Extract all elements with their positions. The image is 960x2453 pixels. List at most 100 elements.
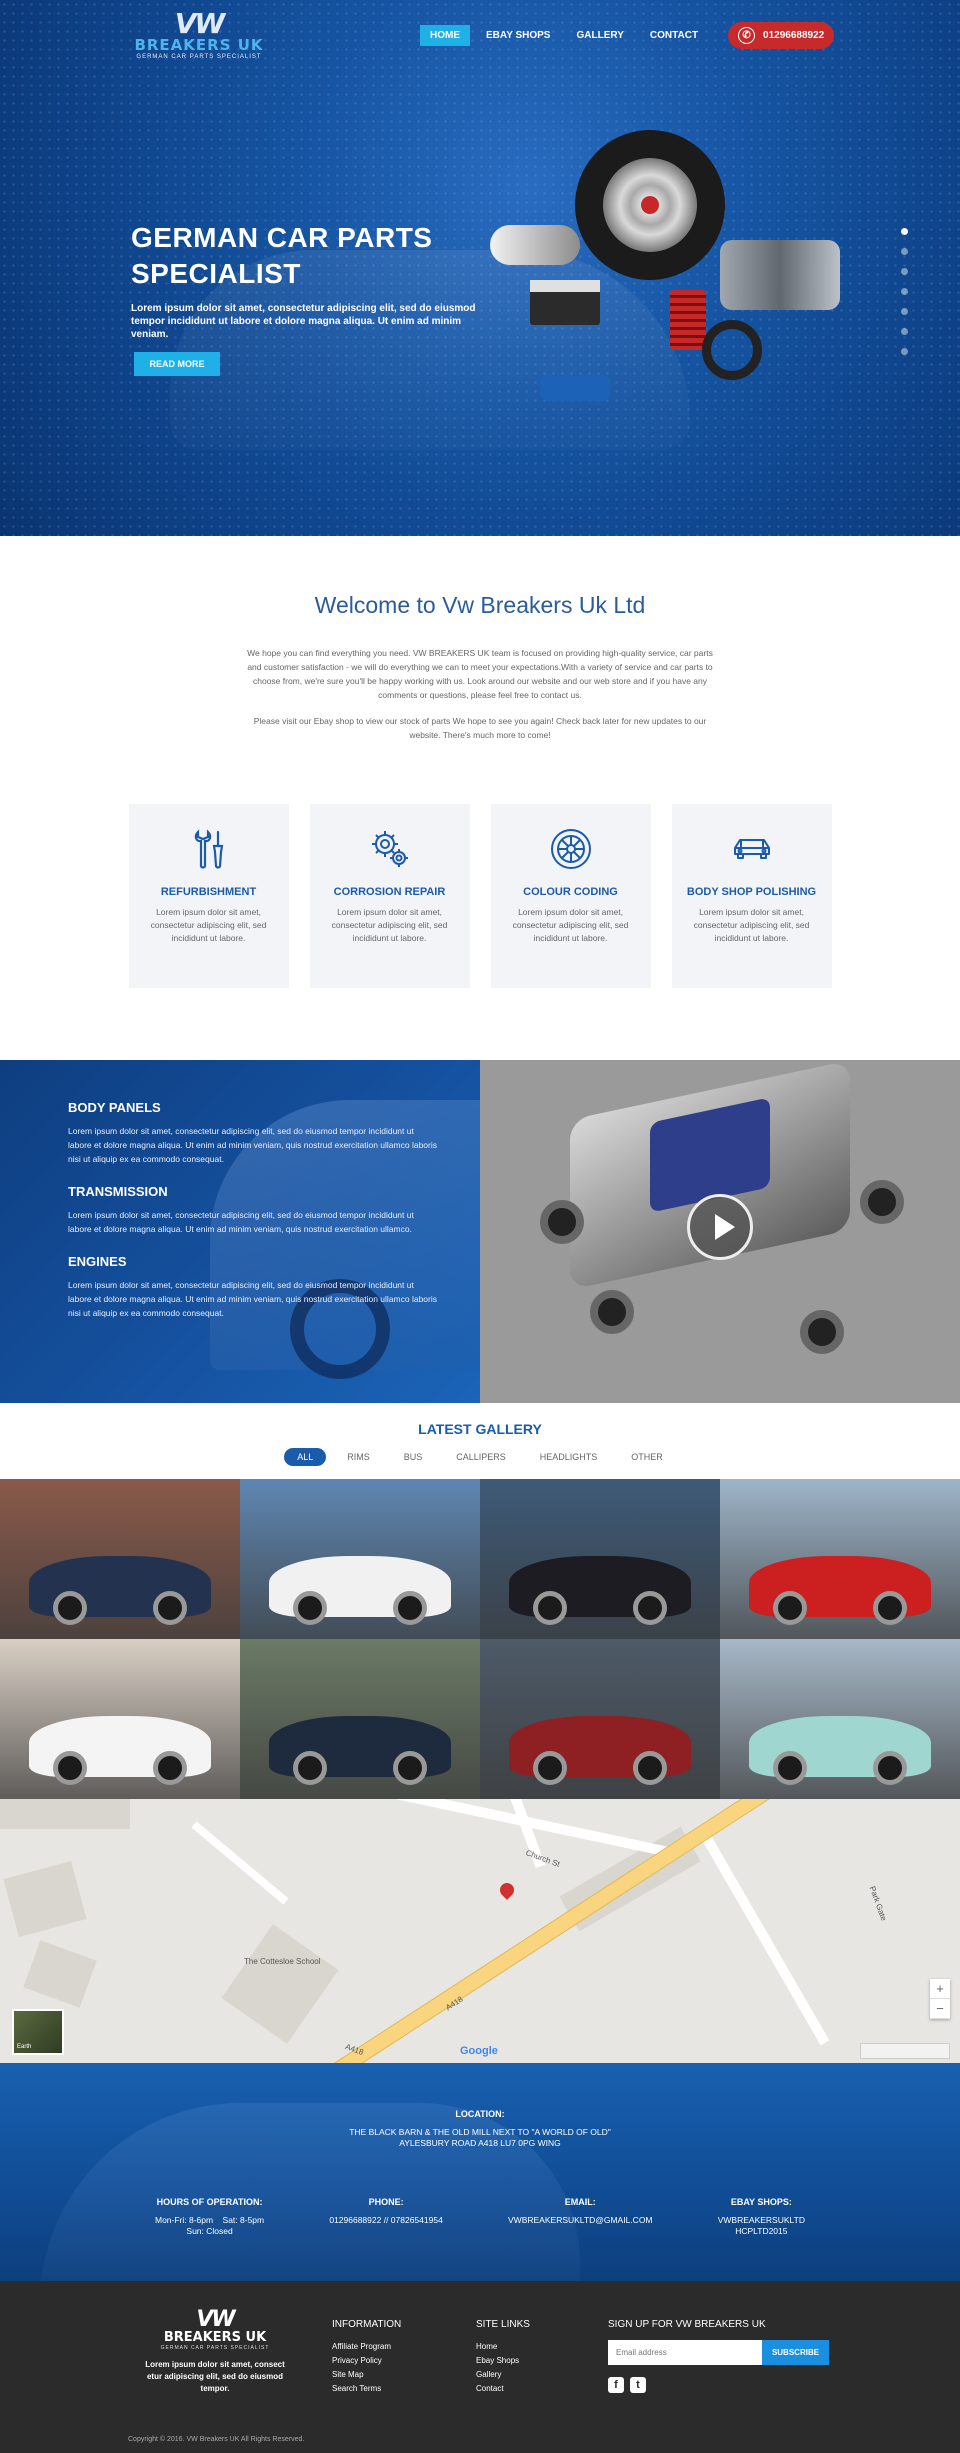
logo-mark: VW (196, 2307, 235, 2332)
car-wheel (633, 1750, 668, 1785)
footer-link-affiliate[interactable]: Affiliate Program (332, 2340, 401, 2354)
filter-callipers[interactable]: CALLIPERS (443, 1448, 519, 1466)
filter-bus[interactable]: BUS (391, 1448, 436, 1466)
slider-dot[interactable] (901, 248, 908, 255)
ebay-shop-link[interactable]: HCPLTD2015 (718, 2226, 805, 2237)
car-wheel (52, 1750, 87, 1785)
phone-block: PHONE: 01296688922 // 07826541954 (329, 2197, 442, 2237)
car-wheel (153, 1590, 188, 1625)
read-more-button[interactable]: READ MORE (134, 352, 220, 376)
filter-all[interactable]: ALL (284, 1448, 327, 1466)
slider-dot[interactable] (901, 268, 908, 275)
wheel-image (590, 1290, 634, 1334)
phone-number: 01296688922 (763, 30, 825, 41)
slider-dot[interactable] (901, 348, 908, 355)
feature-card-colour-coding[interactable]: COLOUR CODING Lorem ipsum dolor sit amet… (490, 804, 651, 988)
feature-title: BODY SHOP POLISHING (686, 886, 817, 898)
footer-link-gallery[interactable]: Gallery (476, 2368, 530, 2382)
facebook-icon[interactable]: f (608, 2377, 624, 2393)
gallery-tile[interactable] (0, 1639, 240, 1799)
ebay-shop-link[interactable]: VWBREAKERSUKLTD (718, 2215, 805, 2226)
site-footer: VW BREAKERS UK GERMAN CAR PARTS SPECIALI… (0, 2281, 960, 2453)
footer-link-home[interactable]: Home (476, 2340, 530, 2354)
feature-text: Lorem ipsum dolor sit amet, consectetur … (331, 907, 448, 943)
tools-icon (186, 826, 232, 872)
slider-dot[interactable] (901, 228, 908, 235)
map-toolbar[interactable] (860, 2043, 950, 2059)
feature-title: COLOUR CODING (523, 886, 618, 898)
filter-headlights[interactable]: HEADLIGHTS (527, 1448, 611, 1466)
map-pin-icon[interactable] (497, 1880, 517, 1900)
welcome-paragraph: Please visit our Ebay shop to view our s… (253, 716, 707, 740)
gallery-tile[interactable] (480, 1639, 720, 1799)
car-wheel (292, 1590, 327, 1625)
email-label: EMAIL: (564, 2197, 596, 2207)
ebay-block: EBAY SHOPS: VWBREAKERSUKLTD HCPLTD2015 (718, 2197, 805, 2237)
video-panel[interactable] (480, 1060, 960, 1403)
slider-dots (901, 228, 908, 355)
contact-columns: HOURS OF OPERATION: Mon-Fri: 8-6pm Sat: … (155, 2197, 805, 2237)
logo-tagline: GERMAN CAR PARTS SPECIALIST (136, 54, 262, 60)
subscribe-button[interactable]: SUBSCRIBE (762, 2340, 829, 2365)
map-school-building (221, 1924, 339, 2044)
twitter-icon[interactable]: t (630, 2377, 646, 2393)
footer-link-search-terms[interactable]: Search Terms (332, 2382, 401, 2396)
phone-button[interactable]: ✆ 01296688922 (728, 22, 835, 49)
welcome-title: Welcome to Vw Breakers Uk Ltd (314, 592, 646, 618)
feature-card-corrosion-repair[interactable]: CORROSION REPAIR Lorem ipsum dolor sit a… (309, 804, 470, 988)
email-value[interactable]: VWBREAKERSUKLTD@GMAIL.COM (508, 2215, 653, 2226)
feature-text: Lorem ipsum dolor sit amet, consectetur … (693, 907, 810, 943)
car-wheel (153, 1750, 188, 1785)
footer-col-title: SITE LINKS (476, 2319, 530, 2330)
car-wheel (393, 1590, 428, 1625)
gallery-tile[interactable] (720, 1479, 960, 1639)
car-wheel (772, 1590, 807, 1625)
footer-link-privacy[interactable]: Privacy Policy (332, 2354, 401, 2368)
feature-card-body-shop-polishing[interactable]: BODY SHOP POLISHING Lorem ipsum dolor si… (671, 804, 832, 988)
filter-other[interactable]: OTHER (618, 1448, 676, 1466)
slider-dot[interactable] (901, 328, 908, 335)
service-title: BODY PANELS (68, 1100, 161, 1115)
footer-logo[interactable]: VW BREAKERS UK GERMAN CAR PARTS SPECIALI… (140, 2309, 290, 2395)
gallery-tile[interactable] (480, 1479, 720, 1639)
slider-dot[interactable] (901, 288, 908, 295)
gallery-tile[interactable] (240, 1639, 480, 1799)
nav-home[interactable]: HOME (420, 25, 470, 46)
gallery-tile[interactable] (240, 1479, 480, 1639)
footer-link-ebay-shops[interactable]: Ebay Shops (476, 2354, 530, 2368)
map-satellite-toggle[interactable]: Earth (12, 2009, 64, 2055)
slider-dot[interactable] (901, 308, 908, 315)
footer-link-contact[interactable]: Contact (476, 2382, 530, 2396)
footer-link-sitemap[interactable]: Site Map (332, 2368, 401, 2382)
nav-contact[interactable]: CONTACT (640, 25, 708, 46)
address-line: THE BLACK BARN & THE OLD MILL NEXT TO "A… (349, 2127, 611, 2137)
zoom-in-button[interactable]: + (930, 1979, 950, 1999)
filter-rims[interactable]: RIMS (334, 1448, 383, 1466)
service-title: ENGINES (68, 1254, 127, 1269)
service-body-panels: BODY PANELS Lorem ipsum dolor sit amet, … (68, 1100, 438, 1166)
gallery-tile[interactable] (0, 1479, 240, 1639)
social-links: f t (608, 2377, 829, 2393)
copyright-text: Copyright © 2016. VW Breakers UK All Rig… (128, 2436, 305, 2443)
services-section: BODY PANELS Lorem ipsum dolor sit amet, … (0, 1060, 960, 1403)
zoom-out-button[interactable]: − (930, 1999, 950, 2019)
nav-gallery[interactable]: GALLERY (566, 25, 633, 46)
nav-ebay-shops[interactable]: EBAY SHOPS (476, 25, 560, 46)
gallery-tile[interactable] (720, 1639, 960, 1799)
map-building (0, 1799, 130, 1829)
play-icon[interactable] (687, 1194, 753, 1260)
newsletter-signup: SIGN UP FOR VW BREAKERS UK SUBSCRIBE f t (608, 2319, 829, 2393)
feature-card-refurbishment[interactable]: REFURBISHMENT Lorem ipsum dolor sit amet… (128, 804, 289, 988)
gears-icon (367, 826, 413, 872)
google-logo: Google (460, 2045, 498, 2057)
phone-value[interactable]: 01296688922 // 07826541954 (329, 2215, 442, 2226)
location-map[interactable]: The Cottesloe School A418 A418 Church St… (0, 1799, 960, 2063)
phone-icon: ✆ (738, 27, 756, 44)
car-wheel (393, 1750, 428, 1785)
email-input[interactable] (608, 2340, 762, 2365)
site-logo[interactable]: VW BREAKERS UK GERMAN CAR PARTS SPECIALI… (126, 10, 272, 61)
rim-image (596, 151, 704, 259)
email-block: EMAIL: VWBREAKERSUKLTD@GMAIL.COM (508, 2197, 653, 2237)
footer-about: Lorem ipsum dolor sit amet, consect etur… (145, 2360, 285, 2393)
service-text: Lorem ipsum dolor sit amet, consectetur … (68, 1126, 437, 1164)
